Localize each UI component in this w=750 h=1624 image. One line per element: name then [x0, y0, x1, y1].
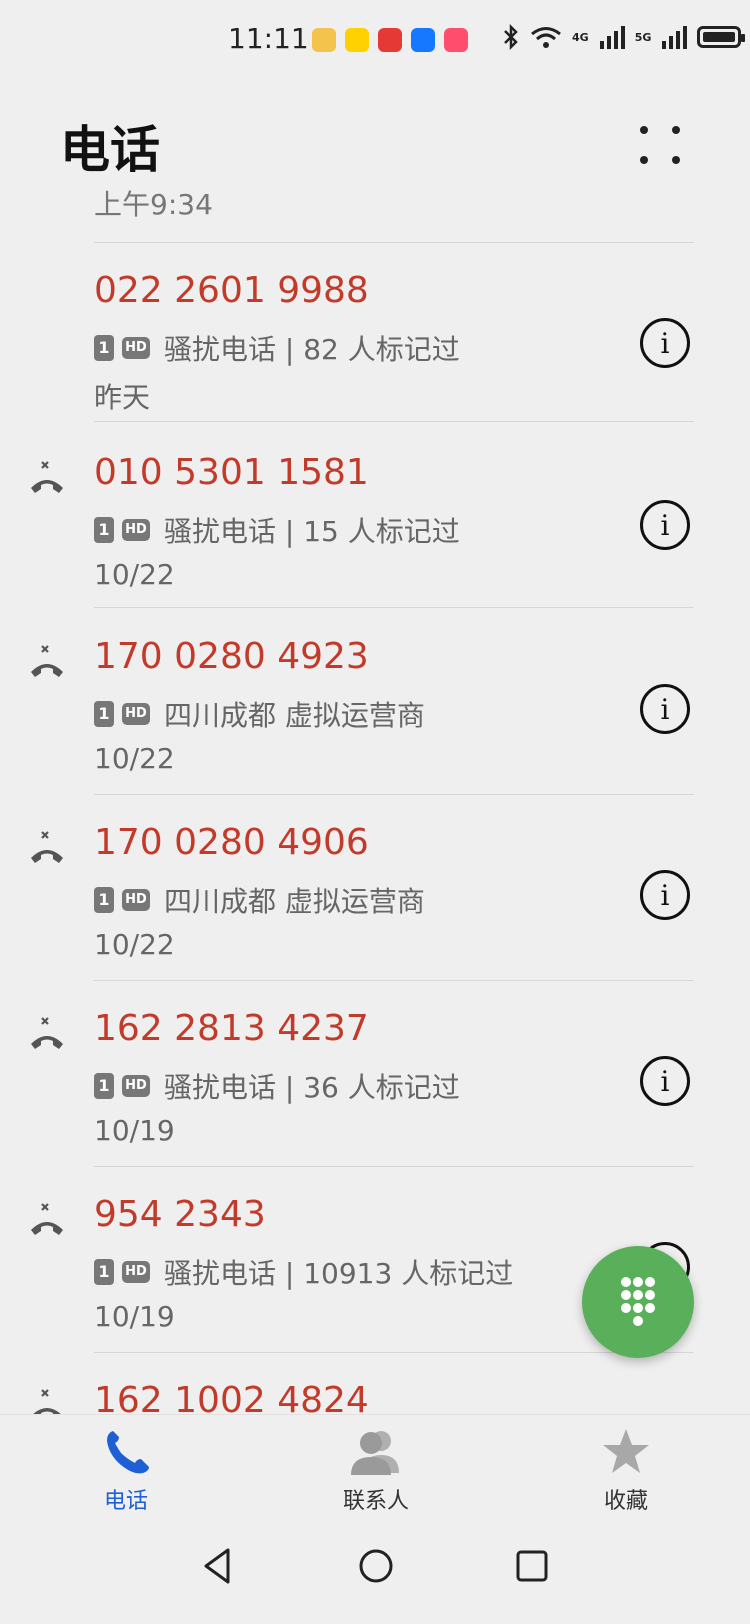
- signal-icon: [599, 26, 625, 49]
- alipay-icon: [411, 28, 435, 52]
- tab-phone[interactable]: 电话: [56, 1425, 196, 1519]
- dialpad-icon: [621, 1277, 655, 1326]
- notification-icons: [312, 28, 468, 52]
- info-icon[interactable]: i: [640, 870, 690, 920]
- system-navigation-bar: [0, 1530, 750, 1624]
- divider: [94, 242, 694, 243]
- status-bar: 11:11 4G 5G: [0, 0, 750, 84]
- missed-call-icon: [31, 645, 63, 677]
- call-meta: 1 HD 骚扰电话 | 36 人标记过: [94, 1066, 460, 1106]
- status-indicators: 4G 5G: [502, 24, 746, 50]
- tab-favorites[interactable]: 收藏: [556, 1425, 696, 1519]
- recents-icon[interactable]: [510, 1544, 554, 1588]
- back-icon[interactable]: [196, 1544, 240, 1588]
- call-log-item[interactable]: 010 5301 1581 1 HD 骚扰电话 | 15 人标记过 10/22 …: [0, 426, 750, 612]
- sim-badge: 1: [94, 335, 114, 361]
- tab-contacts[interactable]: 联系人: [306, 1425, 446, 1519]
- call-date: 10/22: [94, 742, 175, 775]
- call-log-item[interactable]: 022 2601 9988 1 HD 骚扰电话 | 82 人标记过 昨天 i: [0, 244, 750, 430]
- signal-icon: [662, 26, 688, 49]
- call-number: 170 0280 4923: [94, 636, 369, 677]
- hd-badge: HD: [122, 889, 150, 911]
- info-icon[interactable]: i: [640, 684, 690, 734]
- home-icon[interactable]: [354, 1544, 398, 1588]
- missed-call-icon: [31, 461, 63, 493]
- call-description: 骚扰电话 | 10913 人标记过: [164, 1257, 514, 1290]
- call-description: 四川成都 虚拟运营商: [164, 885, 425, 918]
- call-date: 10/19: [94, 1300, 175, 1333]
- call-number: 022 2601 9988: [94, 270, 369, 311]
- divider: [94, 794, 694, 795]
- call-description: 骚扰电话 | 15 人标记过: [164, 515, 460, 548]
- missed-call-icon: [31, 1203, 63, 1235]
- divider: [94, 421, 694, 422]
- hd-badge: HD: [122, 1075, 150, 1097]
- weibo-icon: [312, 28, 336, 52]
- tab-phone-label: 电话: [103, 1489, 148, 1514]
- contacts-icon: [351, 1431, 399, 1475]
- sim-badge: 1: [94, 887, 114, 913]
- info-icon[interactable]: i: [640, 318, 690, 368]
- call-log-list[interactable]: 上午9:34 022 2601 9988 1 HD 骚扰电话 | 82 人标记过…: [0, 184, 750, 1414]
- app-header: 电话: [0, 100, 750, 180]
- call-description: 四川成都 虚拟运营商: [164, 699, 425, 732]
- red-app-icon: [378, 28, 402, 52]
- hd-badge: HD: [122, 1261, 150, 1283]
- call-description: 骚扰电话 | 36 人标记过: [164, 1071, 460, 1104]
- clipped-call-time: 上午9:34: [94, 188, 213, 221]
- call-number: 170 0280 4906: [94, 822, 369, 863]
- divider: [94, 980, 694, 981]
- call-number: 954 2343: [94, 1194, 266, 1235]
- call-meta: 1 HD 四川成都 虚拟运营商: [94, 880, 425, 920]
- tab-contacts-label: 联系人: [342, 1489, 409, 1514]
- star-icon: [603, 1429, 649, 1473]
- hd-badge: HD: [122, 703, 150, 725]
- battery-icon: [697, 26, 746, 48]
- call-number: 162 1002 4824: [94, 1380, 369, 1414]
- divider: [94, 1166, 694, 1167]
- call-number: 010 5301 1581: [94, 452, 369, 493]
- sim-badge: 1: [94, 517, 114, 543]
- tab-favorites-label: 收藏: [603, 1489, 648, 1514]
- call-log-item[interactable]: 170 0280 4906 1 HD 四川成都 虚拟运营商 10/22 i: [0, 796, 750, 982]
- more-options-button[interactable]: [632, 118, 692, 178]
- missed-call-icon: [31, 1017, 63, 1049]
- call-date: 昨天: [94, 381, 151, 414]
- sim-badge: 1: [94, 1259, 114, 1285]
- phone-icon: [107, 1431, 149, 1474]
- call-log-item[interactable]: 170 0280 4923 1 HD 四川成都 虚拟运营商 10/22 i: [0, 610, 750, 796]
- hd-badge: HD: [122, 519, 150, 541]
- page-title: 电话: [60, 121, 160, 179]
- call-log-item[interactable]: 162 2813 4237 1 HD 骚扰电话 | 36 人标记过 10/19 …: [0, 982, 750, 1168]
- call-meta: 1 HD 骚扰电话 | 82 人标记过: [94, 328, 460, 368]
- sim-badge: 1: [94, 1073, 114, 1099]
- shopping-app-icon: [444, 28, 468, 52]
- call-date: 10/22: [94, 558, 175, 591]
- missed-call-icon: [31, 831, 63, 863]
- call-date: 10/22: [94, 928, 175, 961]
- call-description: 骚扰电话 | 82 人标记过: [164, 333, 460, 366]
- meituan-icon: [345, 28, 369, 52]
- call-log-item[interactable]: 162 1002 4824: [0, 1354, 750, 1414]
- sim-badge: 1: [94, 701, 114, 727]
- wifi-icon: [531, 27, 561, 48]
- dialpad-button[interactable]: [582, 1246, 694, 1358]
- call-meta: 1 HD 骚扰电话 | 15 人标记过: [94, 510, 460, 550]
- status-time: 11:11: [228, 22, 309, 55]
- call-date: 10/19: [94, 1114, 175, 1147]
- network-4g-label: 4G: [572, 30, 589, 44]
- call-meta: 1 HD 四川成都 虚拟运营商: [94, 694, 425, 734]
- hd-badge: HD: [122, 337, 150, 359]
- missed-call-icon: [33, 1389, 61, 1414]
- bottom-navigation: 电话 联系人 收藏: [0, 1414, 750, 1519]
- divider: [94, 607, 694, 608]
- info-icon[interactable]: i: [640, 500, 690, 550]
- info-icon[interactable]: i: [640, 1056, 690, 1106]
- call-number: 162 2813 4237: [94, 1008, 369, 1049]
- network-5g-label: 5G: [634, 30, 652, 44]
- call-meta: 1 HD 骚扰电话 | 10913 人标记过: [94, 1252, 513, 1292]
- bluetooth-icon: [504, 24, 518, 50]
